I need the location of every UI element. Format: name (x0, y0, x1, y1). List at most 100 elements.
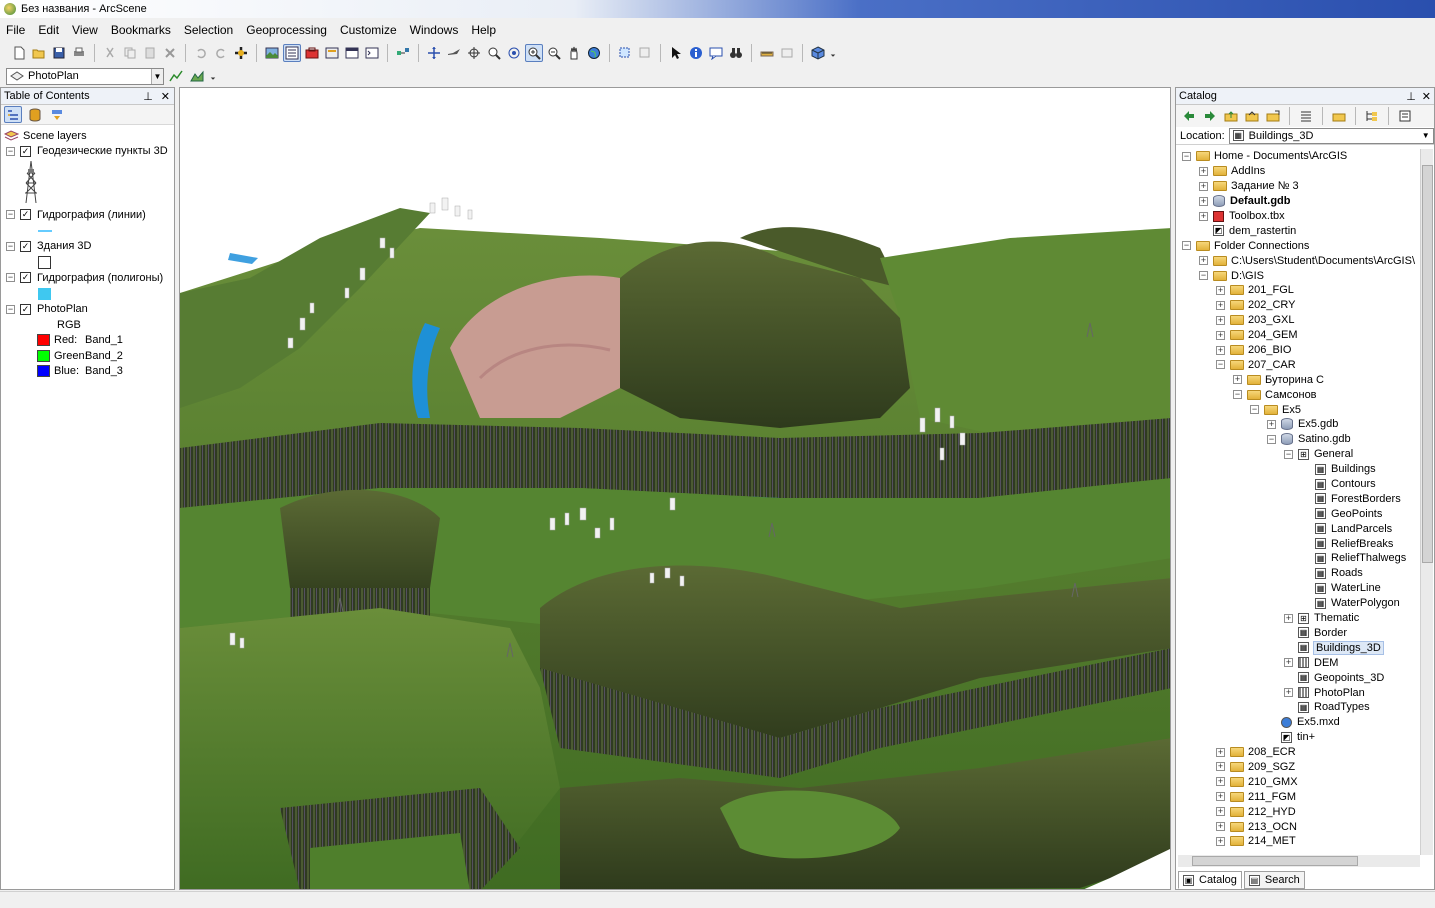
expand-icon[interactable]: + (1233, 375, 1242, 385)
catalog-tree-item[interactable]: +213_OCN (1178, 819, 1420, 834)
chevron-down-icon[interactable]: ▼ (1422, 131, 1430, 140)
expand-icon[interactable]: + (1267, 419, 1276, 429)
collapse-icon[interactable]: − (1233, 390, 1242, 400)
catalog-tree-item[interactable]: + Toolbox.tbx (1178, 209, 1420, 224)
home-button[interactable] (1243, 107, 1261, 125)
catalog-tree-item[interactable]: ▦ GeoPoints (1178, 506, 1420, 521)
catalog-tree-item[interactable]: +212_HYD (1178, 804, 1420, 819)
catalog-tree-item[interactable]: − Folder Connections (1178, 238, 1420, 253)
catalog-tree-item[interactable]: +210_GMX (1178, 774, 1420, 789)
toc-layer-hydro-polygons[interactable]: − ✓ Гидрография (полигоны) (4, 270, 174, 286)
scrollbar-thumb[interactable] (1192, 856, 1358, 866)
catalog-tree-item[interactable]: ▦ LandParcels (1178, 521, 1420, 536)
menu-bookmarks[interactable]: Bookmarks (111, 23, 171, 37)
collapse-icon[interactable]: − (6, 210, 15, 220)
zoom-out-button[interactable] (545, 44, 563, 62)
metadata-button[interactable] (1396, 107, 1414, 125)
toc-layer-buildings[interactable]: − ✓ Здания 3D (4, 239, 174, 255)
catalog-tree-item[interactable]: + C:\Users\Student\Documents\ArcGIS\ (1178, 253, 1420, 268)
search-window-button[interactable] (343, 44, 361, 62)
catalog-tree-item[interactable]: + Ex5.gdb (1178, 417, 1420, 432)
save-button[interactable] (50, 44, 68, 62)
list-by-source-button[interactable] (26, 106, 44, 123)
menu-customize[interactable]: Customize (340, 23, 397, 37)
catalog-tree-item[interactable]: ▦ ForestBorders (1178, 491, 1420, 506)
measure-button[interactable] (758, 44, 776, 62)
new-folder-button[interactable] (1330, 107, 1348, 125)
catalog-tree-item[interactable]: ▦ Contours (1178, 477, 1420, 492)
set-observer-button[interactable] (505, 44, 523, 62)
clear-selection-button[interactable] (636, 44, 654, 62)
expand-icon[interactable]: + (1216, 300, 1225, 310)
catalog-tree-item[interactable]: +209_SGZ (1178, 760, 1420, 775)
pin-icon[interactable]: ⊥ (143, 90, 153, 103)
view-options-button[interactable] (1297, 107, 1315, 125)
html-popup-button[interactable] (707, 44, 725, 62)
tab-search[interactable]: ▤ Search (1243, 871, 1305, 889)
expand-icon[interactable]: + (1216, 762, 1225, 772)
catalog-vertical-scrollbar[interactable] (1420, 149, 1433, 855)
toolbar-options-dropdown[interactable] (209, 67, 217, 85)
menu-file[interactable]: File (6, 23, 25, 37)
menu-edit[interactable]: Edit (38, 23, 59, 37)
catalog-tree-item[interactable]: + AddIns (1178, 164, 1420, 179)
open-button[interactable] (30, 44, 48, 62)
catalog-tree-item[interactable]: − 207_CAR (1178, 357, 1420, 372)
toc-layer-geodetic[interactable]: − ✓ Геодезические пункты 3D (4, 144, 174, 160)
catalog-tree-item[interactable]: ▦ Border (1178, 626, 1420, 641)
back-button[interactable] (1180, 107, 1198, 125)
forward-button[interactable] (1201, 107, 1219, 125)
catalog-tree-item[interactable]: − D:\GIS (1178, 268, 1420, 283)
catalog-tree-item[interactable]: Ex5.mxd (1178, 715, 1420, 730)
location-combo[interactable]: ▦ Buildings_3D ▼ (1228, 127, 1434, 144)
zoom-in-button[interactable] (525, 44, 543, 62)
collapse-icon[interactable]: − (1216, 360, 1225, 370)
interactive-analysis-button[interactable] (167, 67, 185, 85)
close-icon[interactable]: ✕ (1422, 90, 1431, 103)
zoom-to-target-button[interactable] (485, 44, 503, 62)
catalog-tree-item[interactable]: ▦ Geopoints_3D (1178, 670, 1420, 685)
select-features-button[interactable] (616, 44, 634, 62)
fly-button[interactable] (445, 44, 463, 62)
catalog-tree-item[interactable]: ▦ Roads (1178, 566, 1420, 581)
catalog-tree-item[interactable]: +211_FGM (1178, 789, 1420, 804)
expand-icon[interactable]: + (1199, 196, 1208, 206)
collapse-icon[interactable]: − (1267, 434, 1276, 444)
up-one-level-button[interactable] (1222, 107, 1240, 125)
cut-button[interactable] (101, 44, 119, 62)
collapse-icon[interactable]: − (6, 273, 15, 283)
catalog-tree-item[interactable]: ◩ tin+ (1178, 730, 1420, 745)
menu-windows[interactable]: Windows (410, 23, 459, 37)
model-builder-button[interactable] (394, 44, 412, 62)
list-by-visibility-button[interactable] (48, 106, 66, 123)
menu-geoprocessing[interactable]: Geoprocessing (246, 23, 327, 37)
delete-button[interactable] (161, 44, 179, 62)
catalog-tree-item[interactable]: + PhotoPlan (1178, 685, 1420, 700)
expand-icon[interactable]: + (1199, 256, 1208, 266)
chevron-down-icon[interactable]: ▼ (151, 68, 163, 84)
paste-button[interactable] (141, 44, 159, 62)
catalog-tree-item[interactable]: ▦ ReliefBreaks (1178, 536, 1420, 551)
print-button[interactable] (70, 44, 88, 62)
surface-analysis-button[interactable] (188, 67, 206, 85)
collapse-icon[interactable]: − (1199, 271, 1208, 281)
copy-button[interactable] (121, 44, 139, 62)
expand-icon[interactable]: + (1199, 211, 1208, 221)
catalog-tree-item[interactable]: +203_GXL (1178, 313, 1420, 328)
expand-icon[interactable]: + (1216, 747, 1225, 757)
catalog-tree-item[interactable]: +206_BIO (1178, 343, 1420, 358)
expand-icon[interactable]: + (1199, 166, 1208, 176)
catalog-tree-item[interactable]: − ⊞ General (1178, 447, 1420, 462)
collapse-icon[interactable]: − (1250, 405, 1259, 415)
catalog-horizontal-scrollbar[interactable] (1178, 855, 1420, 867)
catalog-tree-item[interactable]: + Буторина С (1178, 372, 1420, 387)
catalog-tree-item[interactable]: +214_MET (1178, 834, 1420, 849)
expand-icon[interactable]: + (1216, 836, 1225, 846)
expand-icon[interactable]: + (1284, 658, 1293, 668)
catalog-tree-item[interactable]: ◩ dem_rastertin (1178, 223, 1420, 238)
catalog-tree-item[interactable]: +202_CRY (1178, 298, 1420, 313)
catalog-tree-item[interactable]: ▦ Buildings (1178, 462, 1420, 477)
catalog-tree-item[interactable]: + Default.gdb (1178, 194, 1420, 209)
navigate-button[interactable] (425, 44, 443, 62)
collapse-icon[interactable]: − (1284, 449, 1293, 459)
